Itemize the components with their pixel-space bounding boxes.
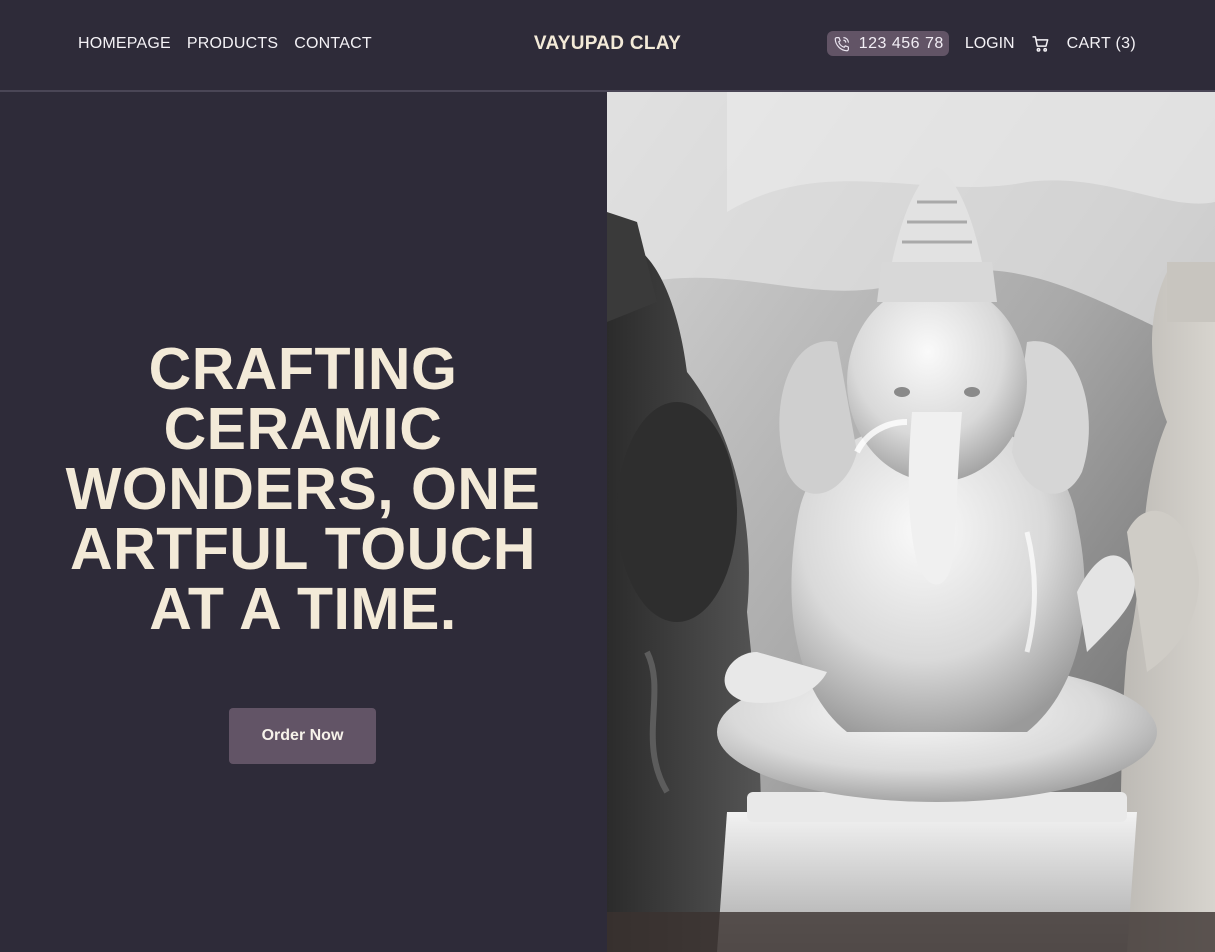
brand-name[interactable]: VAYUPAD CLAY: [534, 33, 681, 54]
hero-text-panel: CRAFTING CERAMIC WONDERS, ONE ARTFUL TOU…: [0, 92, 607, 952]
phone-number: 123 456 78: [858, 34, 944, 52]
cart-icon[interactable]: [1031, 34, 1051, 54]
nav-link-products[interactable]: PRODUCTS: [187, 34, 278, 54]
nav-link-homepage[interactable]: HOMEPAGE: [78, 34, 171, 54]
cart-link[interactable]: CART (3): [1031, 34, 1136, 54]
phone-number-pill[interactable]: 123 456 78: [826, 31, 949, 56]
ganesha-figurines-illustration: [607, 92, 1215, 952]
cart-label[interactable]: CART (3): [1067, 34, 1136, 54]
hero-image-ganesha-statues: [607, 92, 1215, 952]
order-now-button[interactable]: Order Now: [229, 708, 376, 764]
hero-headline: CRAFTING CERAMIC WONDERS, ONE ARTFUL TOU…: [65, 336, 541, 642]
phone-icon: [834, 36, 849, 51]
top-navigation-bar: HOMEPAGE PRODUCTS CONTACT VAYUPAD CLAY 1…: [0, 0, 1215, 92]
utility-nav: 123 456 78 LOGIN CART (3): [826, 31, 1136, 56]
primary-nav: HOMEPAGE PRODUCTS CONTACT: [78, 34, 372, 54]
nav-link-contact[interactable]: CONTACT: [294, 34, 372, 54]
login-link[interactable]: LOGIN: [965, 34, 1015, 54]
